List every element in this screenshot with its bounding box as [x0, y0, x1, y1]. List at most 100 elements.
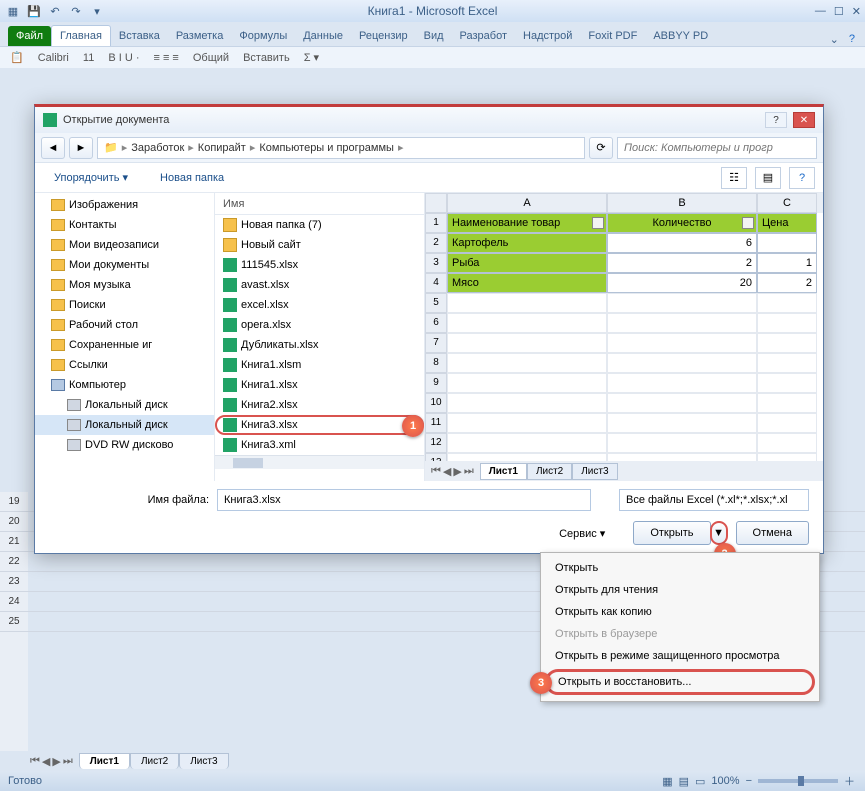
sheet-tab-2[interactable]: Лист2	[130, 753, 179, 769]
preview-tab-2[interactable]: Лист2	[527, 463, 572, 480]
tab-review[interactable]: Рецензир	[351, 26, 416, 46]
close-button[interactable]: ✕	[852, 5, 861, 18]
tree-node[interactable]: Рабочий стол	[35, 315, 214, 335]
cell[interactable]: 1	[757, 253, 817, 273]
cell[interactable]	[447, 373, 607, 393]
row-header[interactable]: 8	[425, 353, 447, 373]
tree-node[interactable]: Мои видеозаписи	[35, 235, 214, 255]
filename-input[interactable]	[217, 489, 591, 511]
filter-icon[interactable]	[592, 217, 604, 229]
cell[interactable]	[607, 333, 757, 353]
file-item[interactable]: excel.xlsx	[215, 295, 424, 315]
zoom-level[interactable]: 100%	[711, 775, 739, 787]
cell[interactable]	[447, 333, 607, 353]
save-icon[interactable]: 💾	[25, 2, 43, 20]
row-header[interactable]: 6	[425, 313, 447, 333]
cell[interactable]	[447, 413, 607, 433]
refresh-button[interactable]: ⟳	[589, 137, 613, 159]
new-folder-button[interactable]: Новая папка	[149, 168, 235, 188]
filter-icon[interactable]	[742, 217, 754, 229]
file-item[interactable]: opera.xlsx	[215, 315, 424, 335]
insert-cells[interactable]: Вставить	[243, 52, 290, 64]
cell[interactable]: Наименование товар	[447, 213, 607, 233]
col-header-b[interactable]: B	[607, 193, 757, 213]
cell[interactable]	[447, 453, 607, 461]
cell[interactable]: 20	[607, 273, 757, 293]
tree-node[interactable]: Поиски	[35, 295, 214, 315]
row-header[interactable]: 13	[425, 453, 447, 461]
row-header[interactable]: 5	[425, 293, 447, 313]
file-item[interactable]: Дубликаты.xlsx	[215, 335, 424, 355]
cell[interactable]: Цена	[757, 213, 817, 233]
open-button[interactable]: Открыть	[633, 521, 710, 545]
dialog-close-button[interactable]: ✕	[793, 112, 815, 128]
cell[interactable]	[447, 293, 607, 313]
cell[interactable]	[607, 413, 757, 433]
cell[interactable]: Рыба	[447, 253, 607, 273]
cell[interactable]	[447, 433, 607, 453]
cell[interactable]	[607, 453, 757, 461]
redo-icon[interactable]: ↷	[67, 2, 85, 20]
row-header[interactable]: 12	[425, 433, 447, 453]
nav-forward-button[interactable]: ►	[69, 137, 93, 159]
cell[interactable]	[757, 293, 817, 313]
preview-tab-3[interactable]: Лист3	[572, 463, 617, 480]
maximize-button[interactable]: ☐	[834, 5, 844, 18]
zoom-out-icon[interactable]: −	[746, 775, 752, 787]
cell[interactable]	[447, 353, 607, 373]
file-item[interactable]: Книга3.xml	[215, 435, 424, 455]
file-list[interactable]: Имя Новая папка (7)Новый сайт111545.xlsx…	[215, 193, 425, 481]
cell[interactable]	[757, 433, 817, 453]
tree-node[interactable]: Контакты	[35, 215, 214, 235]
view-pagebreak-icon[interactable]: ▭	[695, 775, 705, 788]
tab-abbyy[interactable]: ABBYY PD	[645, 26, 716, 46]
cell[interactable]: Количество	[607, 213, 757, 233]
preview-nav-first-icon[interactable]: ⏮	[431, 465, 441, 478]
view-normal-icon[interactable]: ▦	[662, 775, 672, 788]
nav-tree[interactable]: ИзображенияКонтактыМои видеозаписиМои до…	[35, 193, 215, 481]
cell[interactable]	[607, 433, 757, 453]
sheet-tab-1[interactable]: Лист1	[79, 753, 130, 769]
menu-item[interactable]: Открыть в режиме защищенного просмотра	[541, 645, 819, 667]
menu-item[interactable]: Открыть	[541, 557, 819, 579]
cell[interactable]	[757, 413, 817, 433]
cell[interactable]	[607, 313, 757, 333]
row-header[interactable]: 7	[425, 333, 447, 353]
organize-button[interactable]: Упорядочить ▾	[43, 167, 139, 188]
menu-item[interactable]: Открыть для чтения	[541, 579, 819, 601]
cell[interactable]	[447, 313, 607, 333]
undo-icon[interactable]: ↶	[46, 2, 64, 20]
cell[interactable]	[447, 393, 607, 413]
tab-view[interactable]: Вид	[416, 26, 452, 46]
tab-developer[interactable]: Разработ	[452, 26, 515, 46]
tab-home[interactable]: Главная	[51, 25, 111, 46]
tree-node[interactable]: Компьютер	[35, 375, 214, 395]
row-header[interactable]: 10	[425, 393, 447, 413]
cell[interactable]: Мясо	[447, 273, 607, 293]
open-dropdown-button[interactable]: ▼ 2	[710, 521, 728, 545]
view-layout-icon[interactable]: ▤	[679, 775, 689, 788]
hscrollbar[interactable]	[215, 455, 424, 469]
tab-data[interactable]: Данные	[295, 26, 351, 46]
font-name[interactable]: Calibri	[38, 52, 69, 64]
minimize-button[interactable]: —	[815, 5, 826, 18]
tab-file[interactable]: Файл	[8, 26, 51, 46]
tree-node[interactable]: Сохраненные иг	[35, 335, 214, 355]
row-header[interactable]: 11	[425, 413, 447, 433]
cell[interactable]	[607, 293, 757, 313]
tab-foxit[interactable]: Foxit PDF	[580, 26, 645, 46]
file-item[interactable]: Книга1.xlsm	[215, 355, 424, 375]
tab-insert[interactable]: Вставка	[111, 26, 168, 46]
cancel-button[interactable]: Отмена	[736, 521, 809, 545]
preview-nav-prev-icon[interactable]: ◀	[443, 465, 451, 478]
row-header[interactable]: 9	[425, 373, 447, 393]
cell[interactable]	[607, 353, 757, 373]
file-item[interactable]: Книга3.xlsx1	[215, 415, 424, 435]
tab-addins[interactable]: Надстрой	[515, 26, 580, 46]
file-item[interactable]: Новый сайт	[215, 235, 424, 255]
view-mode-button[interactable]: ☷	[721, 167, 747, 189]
menu-item[interactable]: 3Открыть и восстановить...	[545, 669, 815, 695]
number-format[interactable]: Общий	[193, 52, 229, 64]
col-header-a[interactable]: A	[447, 193, 607, 213]
tab-formulas[interactable]: Формулы	[231, 26, 295, 46]
